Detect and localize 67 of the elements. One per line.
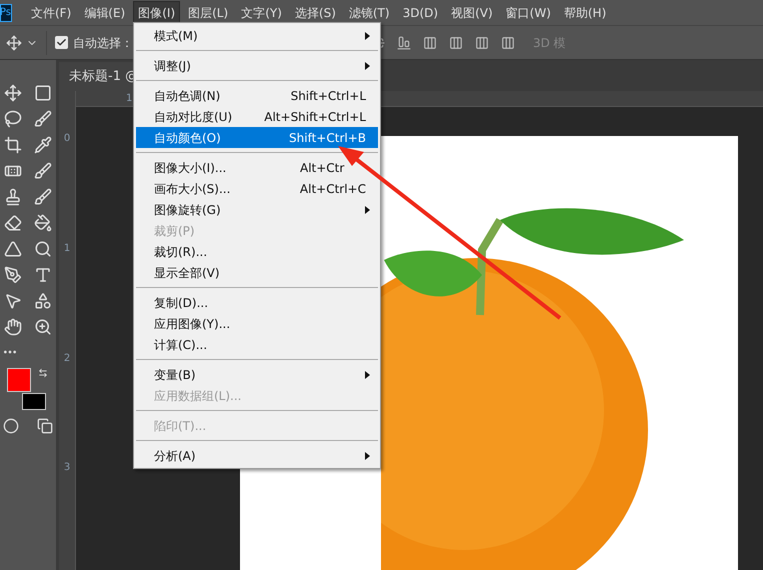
pointer-icon[interactable] xyxy=(4,292,22,310)
app-logo: Ps xyxy=(0,4,12,22)
menu-item[interactable]: 选择(S) xyxy=(290,0,341,24)
background-swatch[interactable] xyxy=(22,393,46,410)
swap-icon[interactable] xyxy=(38,368,48,378)
submenu-arrow-icon xyxy=(365,32,370,40)
ruler-label: 0 xyxy=(64,132,70,146)
distribute-icon[interactable] xyxy=(449,36,463,50)
hand-icon[interactable] xyxy=(4,318,22,336)
auto-select-label: 自动选择： xyxy=(73,34,133,52)
brush-icon[interactable] xyxy=(34,110,52,128)
screen-mode-icon[interactable] xyxy=(37,418,53,434)
menu-option[interactable]: 图像大小(I)... Alt+Ctr xyxy=(136,157,378,178)
menu-item[interactable]: 图像(I) xyxy=(133,0,180,24)
menu-item[interactable]: 窗口(W) xyxy=(500,0,556,24)
menu-option[interactable]: 模式(M) xyxy=(136,25,378,46)
submenu-arrow-icon xyxy=(365,370,370,378)
paint-bucket-icon[interactable] xyxy=(34,214,52,232)
pen-icon[interactable] xyxy=(4,266,22,284)
type-icon[interactable] xyxy=(34,266,52,284)
menu-option[interactable]: 复制(D)... xyxy=(136,292,378,313)
menu-item[interactable]: 3D(D) xyxy=(398,0,444,24)
ruler-label: 1 xyxy=(64,242,70,256)
menu-item[interactable]: 图层(L) xyxy=(183,0,234,24)
menu-option[interactable]: 计算(C)... xyxy=(136,334,378,355)
menu-item[interactable]: 滤镜(T) xyxy=(344,0,395,24)
ruler-label: 1 xyxy=(126,92,132,106)
magnifier-icon[interactable] xyxy=(34,240,52,258)
menu-option[interactable]: 自动对比度(U) Alt+Shift+Ctrl+L xyxy=(136,106,378,127)
menu-option[interactable]: 裁切(R)... xyxy=(136,241,378,262)
zoom-icon[interactable] xyxy=(34,318,52,336)
menu-item[interactable]: 视图(V) xyxy=(446,0,498,24)
foreground-swatch[interactable] xyxy=(7,368,31,392)
submenu-arrow-icon xyxy=(365,62,370,70)
menu-option[interactable]: 图像旋转(G) xyxy=(136,199,378,220)
eyedropper-icon[interactable] xyxy=(34,136,52,154)
menu-item[interactable]: 帮助(H) xyxy=(558,0,612,24)
menu-option[interactable]: 分析(A) xyxy=(136,445,378,466)
distribute-icon[interactable] xyxy=(501,36,515,50)
menu-item[interactable]: 文字(Y) xyxy=(236,0,287,24)
brush-icon[interactable] xyxy=(34,162,52,180)
menu-item[interactable]: 文件(F) xyxy=(26,0,76,24)
distribute-icon[interactable] xyxy=(423,36,437,50)
lasso-icon[interactable] xyxy=(4,110,22,128)
brush-icon[interactable] xyxy=(34,188,52,206)
menu-option[interactable]: 画布大小(S)... Alt+Ctrl+C xyxy=(136,178,378,199)
menu-option[interactable]: 应用图像(Y)... xyxy=(136,313,378,334)
align-bottom-icon[interactable] xyxy=(397,36,411,50)
marquee-icon[interactable] xyxy=(34,84,52,102)
menu-option[interactable]: 变量(B) xyxy=(136,364,378,385)
move-icon[interactable] xyxy=(6,34,22,50)
submenu-arrow-icon xyxy=(365,452,370,460)
checkbox[interactable] xyxy=(55,36,68,49)
menu-option[interactable]: 自动颜色(O) Shift+Ctrl+B xyxy=(136,127,378,148)
mask-icon[interactable] xyxy=(3,418,19,434)
stamp-icon[interactable] xyxy=(4,188,22,206)
ruler-label: 3 xyxy=(64,461,70,476)
submenu-arrow-icon xyxy=(365,206,370,214)
eraser-icon[interactable] xyxy=(4,214,22,232)
menu-item[interactable]: 编辑(E) xyxy=(79,0,130,24)
shape-icon[interactable] xyxy=(34,292,52,310)
triangle-icon[interactable] xyxy=(4,240,22,258)
distribute-icon[interactable] xyxy=(475,36,489,50)
ruler-label: 2 xyxy=(64,352,70,366)
crop-icon[interactable] xyxy=(4,136,22,154)
menu-option[interactable]: 显示全部(V) xyxy=(136,262,378,283)
move-icon[interactable] xyxy=(4,84,22,102)
